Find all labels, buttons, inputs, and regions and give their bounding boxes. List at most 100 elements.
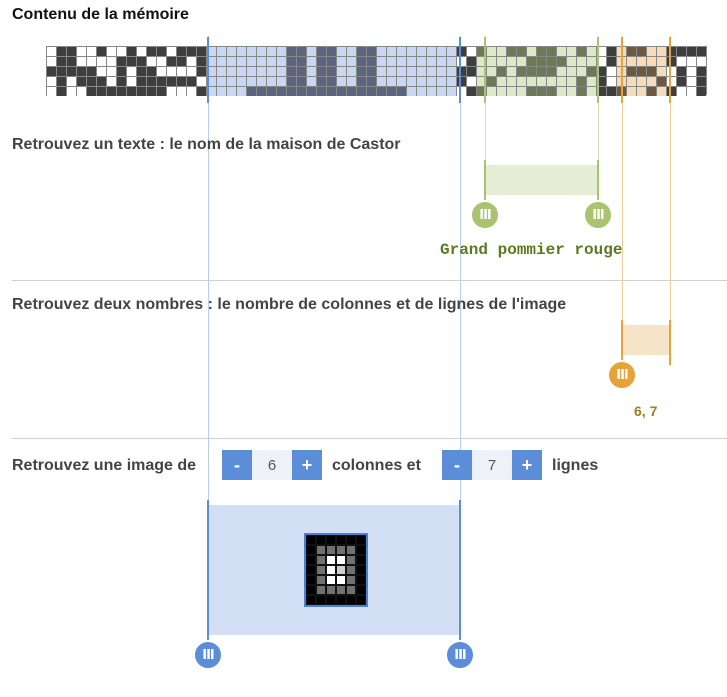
memory-cell — [646, 46, 656, 56]
memory-cell — [226, 56, 236, 66]
memory-cell — [86, 76, 96, 86]
memory-cell — [216, 56, 226, 66]
memory-cell — [236, 56, 246, 66]
memory-cell — [226, 66, 236, 76]
memory-cell — [696, 76, 706, 86]
memory-cell — [696, 86, 706, 96]
memory-cell — [446, 86, 456, 96]
memory-cell — [526, 86, 536, 96]
memory-cell — [636, 56, 646, 66]
memory-cell — [536, 66, 546, 76]
memory-cell — [276, 56, 286, 66]
memory-cell — [356, 86, 366, 96]
memory-cell — [116, 66, 126, 76]
memory-cell — [656, 76, 666, 86]
memory-cell — [226, 86, 236, 96]
memory-cell — [186, 66, 196, 76]
memory-cell — [426, 46, 436, 56]
memory-cell — [146, 86, 156, 96]
memory-cell — [306, 66, 316, 76]
memory-cell — [336, 46, 346, 56]
memory-cell — [516, 86, 526, 96]
memory-cell — [186, 76, 196, 86]
image-pixel — [356, 595, 366, 605]
memory-cell — [356, 76, 366, 86]
memory-cell — [556, 46, 566, 56]
memory-cell — [156, 76, 166, 86]
memory-cell — [116, 76, 126, 86]
text-range-edge-start — [484, 160, 486, 200]
memory-cell — [136, 56, 146, 66]
memory-cell — [306, 76, 316, 86]
numbers-region-marker-end — [669, 37, 671, 103]
image-pixel — [336, 595, 346, 605]
memory-cell — [506, 66, 516, 76]
image-end-handle[interactable]: III — [445, 640, 475, 670]
memory-cell — [586, 46, 596, 56]
memory-cell — [376, 56, 386, 66]
memory-cell — [106, 86, 116, 96]
memory-cell — [66, 86, 76, 96]
memory-cell — [666, 56, 676, 66]
text-section-title: Retrouvez un texte : le nom de la maison… — [12, 136, 401, 153]
memory-cell — [516, 46, 526, 56]
text-range-edge-end — [597, 160, 599, 200]
memory-cell — [46, 86, 56, 96]
memory-cell — [256, 46, 266, 56]
memory-cell — [266, 46, 276, 56]
image-pixel — [306, 555, 316, 565]
memory-cell — [336, 76, 346, 86]
memory-cell — [646, 76, 656, 86]
memory-cell — [566, 56, 576, 66]
memory-cell — [426, 86, 436, 96]
columns-increment-button[interactable]: + — [292, 450, 322, 480]
rows-increment-button[interactable]: + — [512, 450, 542, 480]
memory-cell — [626, 66, 636, 76]
image-section-label-middle: colonnes et — [332, 457, 421, 474]
memory-cell — [96, 66, 106, 76]
memory-cell — [216, 86, 226, 96]
memory-cell — [166, 76, 176, 86]
memory-cell — [466, 86, 476, 96]
image-pixel — [316, 585, 326, 595]
text-end-handle[interactable]: III — [583, 200, 613, 230]
numbers-start-handle[interactable]: III — [607, 360, 637, 390]
image-pixel — [326, 555, 336, 565]
memory-cell — [66, 76, 76, 86]
memory-cell — [66, 46, 76, 56]
image-pixel — [356, 535, 366, 545]
memory-cell — [296, 46, 306, 56]
memory-cell — [306, 56, 316, 66]
image-pixel — [306, 585, 316, 595]
memory-cell — [266, 76, 276, 86]
memory-cell — [586, 86, 596, 96]
memory-cell — [676, 76, 686, 86]
memory-cell — [446, 76, 456, 86]
memory-cell — [436, 76, 446, 86]
text-start-handle[interactable]: III — [470, 200, 500, 230]
memory-cell — [686, 56, 696, 66]
memory-cell — [546, 86, 556, 96]
memory-cell — [66, 66, 76, 76]
columns-decrement-button[interactable]: - — [222, 450, 252, 480]
memory-cell — [46, 46, 56, 56]
memory-cell — [576, 76, 586, 86]
memory-cell — [546, 56, 556, 66]
memory-cell — [666, 66, 676, 76]
image-start-handle[interactable]: III — [193, 640, 223, 670]
decoded-image-preview — [304, 533, 368, 607]
memory-cell — [196, 76, 206, 86]
memory-cell — [386, 86, 396, 96]
memory-cell — [486, 56, 496, 66]
memory-cell — [646, 86, 656, 96]
memory-cell — [666, 76, 676, 86]
memory-cell — [406, 56, 416, 66]
memory-cell — [96, 76, 106, 86]
memory-cell — [106, 46, 116, 56]
memory-cell — [156, 86, 166, 96]
memory-cell — [456, 66, 466, 76]
image-pixel — [336, 565, 346, 575]
memory-cell — [306, 46, 316, 56]
rows-decrement-button[interactable]: - — [442, 450, 472, 480]
memory-cell — [696, 46, 706, 56]
